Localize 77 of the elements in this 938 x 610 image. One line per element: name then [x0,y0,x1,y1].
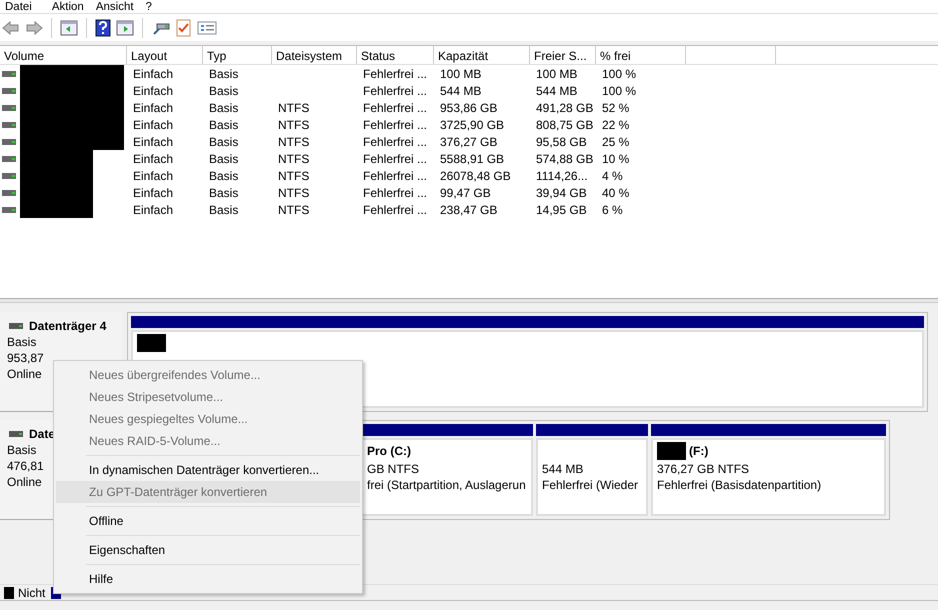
table-cell: 100 MB [440,66,482,80]
table-cell: 574,88 GB [536,152,594,166]
table-cell: NTFS [278,152,310,166]
disk-size: 476,81 [7,459,44,473]
table-cell: Einfach [133,152,174,166]
table-cell: 40 % [602,186,630,200]
table-cell: 22 % [602,118,630,132]
disk-type: Basis [7,335,36,349]
table-cell: 25 % [602,134,630,148]
table-cell: Fehlerfrei ... [363,168,428,182]
table-cell: 238,47 GB [440,202,498,216]
table-cell: NTFS [278,202,310,216]
table-cell: 95,58 GB [536,134,587,148]
table-cell: Basis [209,152,238,166]
legend-label: Nicht [18,586,46,600]
partition-size: 544 MB [542,462,584,476]
table-cell: Einfach [133,202,174,216]
partition-size: GB NTFS [367,462,420,476]
table-cell: NTFS [278,100,310,114]
disk-state: Online [7,475,42,489]
disk-size: 953,87 [7,351,44,365]
table-cell: Fehlerfrei ... [363,134,428,148]
table-cell: Basis [209,168,238,182]
table-cell: NTFS [278,186,310,200]
table-cell: Basis [209,118,238,132]
partition-status: Fehlerfrei (Basisdatenpartition) [657,478,822,492]
table-cell: Basis [209,202,238,216]
table-cell: Einfach [133,118,174,132]
table-cell: 52 % [602,100,630,114]
table-cell: Basis [209,84,238,98]
partition-name: Pro (C:) [367,444,411,458]
table-cell: 6 % [602,202,623,216]
table-cell: NTFS [278,168,310,182]
table-cell: 14,95 GB [536,202,587,216]
table-cell: 376,27 GB [440,134,498,148]
table-cell: 4 % [602,168,623,182]
table-cell: 1114,26... [536,168,588,182]
table-cell: Fehlerfrei ... [363,118,428,132]
table-cell: 808,75 GB [536,118,594,132]
table-cell: Fehlerfrei ... [363,100,428,114]
table-cell: Fehlerfrei ... [363,152,428,166]
table-cell: 5588,91 GB [440,152,504,166]
table-cell: 10 % [602,152,630,166]
table-cell: Basis [209,66,238,80]
disk-name: Datenträger 4 [29,319,106,333]
table-cell: 491,28 GB [536,100,594,114]
table-cell: Einfach [133,100,174,114]
table-cell: 99,47 GB [440,186,491,200]
table-cell: Fehlerfrei ... [363,186,428,200]
partition-status: frei (Startpartition, Auslagerun [367,478,527,492]
partition-size: 376,27 GB NTFS [657,462,750,476]
disk-type: Basis [7,443,36,457]
table-cell: 3725,90 GB [440,118,504,132]
table-cell: 100 % [602,66,636,80]
table-cell: Basis [209,100,238,114]
partition-status: Fehlerfrei (Wieder [542,478,640,492]
table-cell: 39,94 GB [536,186,587,200]
table-cell: 26078,48 GB [440,168,511,182]
table-cell: NTFS [278,118,310,132]
table-cell: Basis [209,186,238,200]
table-cell: Fehlerfrei ... [363,66,428,80]
table-cell: Einfach [133,84,174,98]
table-cell: Einfach [133,186,174,200]
table-cell: Einfach [133,168,174,182]
table-cell: 100 MB [536,66,578,80]
table-cell: Einfach [133,66,174,80]
table-cell: Fehlerfrei ... [363,84,428,98]
table-cell: 544 MB [536,84,578,98]
table-cell: Fehlerfrei ... [363,202,428,216]
table-cell: Einfach [133,134,174,148]
table-cell: NTFS [278,134,310,148]
table-cell: Basis [209,134,238,148]
table-cell: 953,86 GB [440,100,498,114]
table-cell: 544 MB [440,84,482,98]
partition-name: (F:) [689,444,708,458]
disk-state: Online [7,367,42,381]
table-cell: 100 % [602,84,636,98]
